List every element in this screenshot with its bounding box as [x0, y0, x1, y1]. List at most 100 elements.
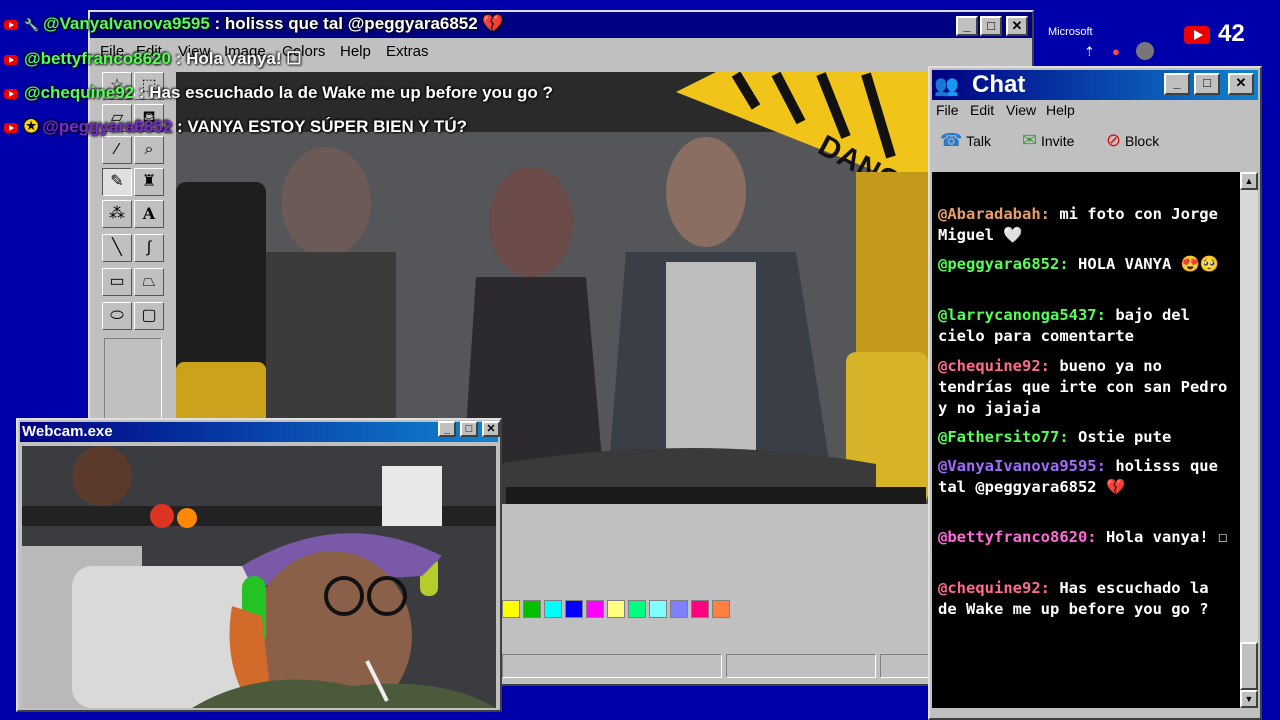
- swatch-magenta[interactable]: [586, 600, 604, 618]
- pencil-icon[interactable]: ✎: [102, 168, 132, 196]
- webcam-close-button[interactable]: ✕: [482, 421, 500, 437]
- chat-scrollbar[interactable]: ▲ ▼: [1240, 172, 1258, 708]
- webcam-maximize-button[interactable]: □: [460, 421, 478, 437]
- overlay-chat-line: @bettyfranco8620 : Hola vanya! ☐: [4, 49, 301, 69]
- chat-message-text: Hola vanya! ☐: [1096, 528, 1228, 546]
- line-icon[interactable]: ╲: [102, 234, 132, 262]
- overlay-chat-user: @bettyfranco8620: [24, 49, 171, 68]
- curve-icon[interactable]: ∫: [134, 234, 164, 262]
- youtube-icon: [4, 54, 18, 65]
- overlay-chat-text: : VANYA ESTOY SÚPER BIEN Y TÚ?: [172, 117, 467, 136]
- webcam-feed: [22, 446, 496, 708]
- rectangle-icon[interactable]: ▭: [102, 268, 132, 296]
- overlay-chat-user: @chequine92: [24, 83, 135, 102]
- overlay-chat-line: 🔧 @VanyaIvanova9595 : holisss que tal @pe…: [4, 14, 504, 34]
- menu-help[interactable]: Help: [340, 43, 371, 60]
- youtube-icon: [4, 19, 18, 30]
- chat-message: @chequine92: Has escuchado la de Wake me…: [938, 578, 1228, 620]
- chat-message-user: @Abaradabah:: [938, 205, 1050, 223]
- talk-icon: ☎: [940, 130, 963, 150]
- overlay-chat-line: ✪ @peggyara6852 : VANYA ESTOY SÚPER BIEN …: [4, 117, 467, 137]
- overlay-chat-line: @chequine92 : Has escuchado la de Wake m…: [4, 83, 553, 103]
- chat-message-user: @peggyara6852:: [938, 255, 1069, 273]
- swatch-yellow[interactable]: [502, 600, 520, 618]
- chat-message-user: @Fathersito77:: [938, 428, 1069, 446]
- chat-message: @larrycanonga5437: bajo del cielo para c…: [938, 305, 1228, 347]
- chat-message: @VanyaIvanova9595: holisss que tal @pegg…: [938, 456, 1228, 498]
- chat-message-user: @chequine92:: [938, 357, 1050, 375]
- talk-button[interactable]: ☎ Talk: [940, 130, 991, 151]
- webcam-window: Webcam.exe _ □ ✕: [16, 418, 502, 712]
- chat-message: @peggyara6852: HOLA VANYA 😍🥺: [938, 254, 1228, 275]
- swatch-light-cyan[interactable]: [649, 600, 667, 618]
- swatch-spring-green[interactable]: [628, 600, 646, 618]
- chat-menu-edit[interactable]: Edit: [970, 102, 994, 118]
- chat-message: @chequine92: bueno ya no tendrías que ir…: [938, 356, 1228, 419]
- airbrush-icon[interactable]: ⁂: [102, 200, 132, 228]
- invite-button[interactable]: ✉ Invite: [1022, 130, 1074, 151]
- webcam-title: Webcam.exe: [22, 423, 113, 440]
- chat-message-text: Ostie pute: [1068, 428, 1172, 446]
- overlay-chat-user: @VanyaIvanova9595: [42, 14, 210, 33]
- scroll-down-button[interactable]: ▼: [1240, 690, 1258, 708]
- swatch-pink[interactable]: [691, 600, 709, 618]
- youtube-play-icon: [1194, 30, 1203, 40]
- maximize-button[interactable]: □: [980, 16, 1002, 36]
- upload-icon: ⇡: [1084, 44, 1095, 59]
- chat-message: @Abaradabah: mi foto con Jorge Miguel 🤍: [938, 204, 1228, 246]
- ellipse-icon[interactable]: ⬭: [102, 302, 132, 330]
- youtube-icon: [4, 88, 18, 99]
- chat-title: Chat: [972, 71, 1026, 98]
- scroll-thumb[interactable]: [1240, 642, 1258, 690]
- block-label: Block: [1124, 133, 1160, 149]
- people-icon: 👥: [934, 75, 959, 97]
- viewer-count: 42: [1218, 20, 1245, 47]
- youtube-icon: [4, 122, 18, 133]
- menu-extras[interactable]: Extras: [386, 43, 429, 60]
- text-icon[interactable]: A: [134, 200, 164, 228]
- wrench-icon: 🔧: [24, 18, 39, 32]
- swatch-orange[interactable]: [712, 600, 730, 618]
- chat-menu-view[interactable]: View: [1006, 102, 1036, 118]
- close-button[interactable]: ✕: [1006, 16, 1028, 36]
- streamer-camera-image: [22, 446, 496, 708]
- polygon-icon[interactable]: ⏢: [134, 268, 164, 296]
- rounded-rect-icon[interactable]: ▢: [134, 302, 164, 330]
- tool-options-box: [104, 338, 162, 420]
- chat-window: 👥 Chat _ □ ✕ File Edit View Help ☎ Talk …: [928, 66, 1262, 720]
- invite-icon: ✉: [1022, 130, 1038, 150]
- chat-log: @Abaradabah: mi foto con Jorge Miguel 🤍 …: [932, 172, 1240, 708]
- chat-close-button[interactable]: ✕: [1228, 73, 1254, 95]
- ms-label: Microsoft: [1048, 26, 1093, 38]
- chat-message-user: @VanyaIvanova9595:: [938, 457, 1106, 475]
- swatch-periwinkle[interactable]: [670, 600, 688, 618]
- status-pane-main: [502, 654, 722, 678]
- swatch-blue[interactable]: [565, 600, 583, 618]
- overlay-chat-text: : Hola vanya! ☐: [170, 49, 302, 68]
- webcam-minimize-button[interactable]: _: [438, 421, 456, 437]
- swatch-green[interactable]: [523, 600, 541, 618]
- avatar[interactable]: [1136, 42, 1154, 60]
- chat-menu-file[interactable]: File: [936, 102, 959, 118]
- chat-maximize-button[interactable]: □: [1194, 73, 1220, 95]
- swatch-light-yellow[interactable]: [607, 600, 625, 618]
- brush-icon[interactable]: ♜: [134, 168, 164, 196]
- scroll-up-button[interactable]: ▲: [1240, 172, 1258, 190]
- block-icon: ⊘: [1106, 130, 1122, 150]
- chat-menu-help[interactable]: Help: [1046, 102, 1075, 118]
- chat-message-user: @bettyfranco8620:: [938, 528, 1097, 546]
- magnifier-icon[interactable]: ⌕: [134, 136, 164, 164]
- invite-label: Invite: [1040, 133, 1075, 149]
- webcam-title-bar: Webcam.exe: [20, 422, 498, 442]
- chat-message-user: @chequine92:: [938, 579, 1050, 597]
- chat-message-text: HOLA VANYA 😍🥺: [1068, 255, 1220, 273]
- chat-message-user: @larrycanonga5437:: [938, 306, 1106, 324]
- overlay-chat-user: @peggyara6852: [42, 117, 173, 136]
- color-picker-icon[interactable]: ⁄: [102, 136, 132, 164]
- star-badge-icon: ✪: [24, 117, 39, 136]
- swatch-cyan[interactable]: [544, 600, 562, 618]
- chat-minimize-button[interactable]: _: [1164, 73, 1190, 95]
- status-pane-coords: [726, 654, 876, 678]
- minimize-button[interactable]: _: [956, 16, 978, 36]
- block-button[interactable]: ⊘ Block: [1106, 130, 1159, 151]
